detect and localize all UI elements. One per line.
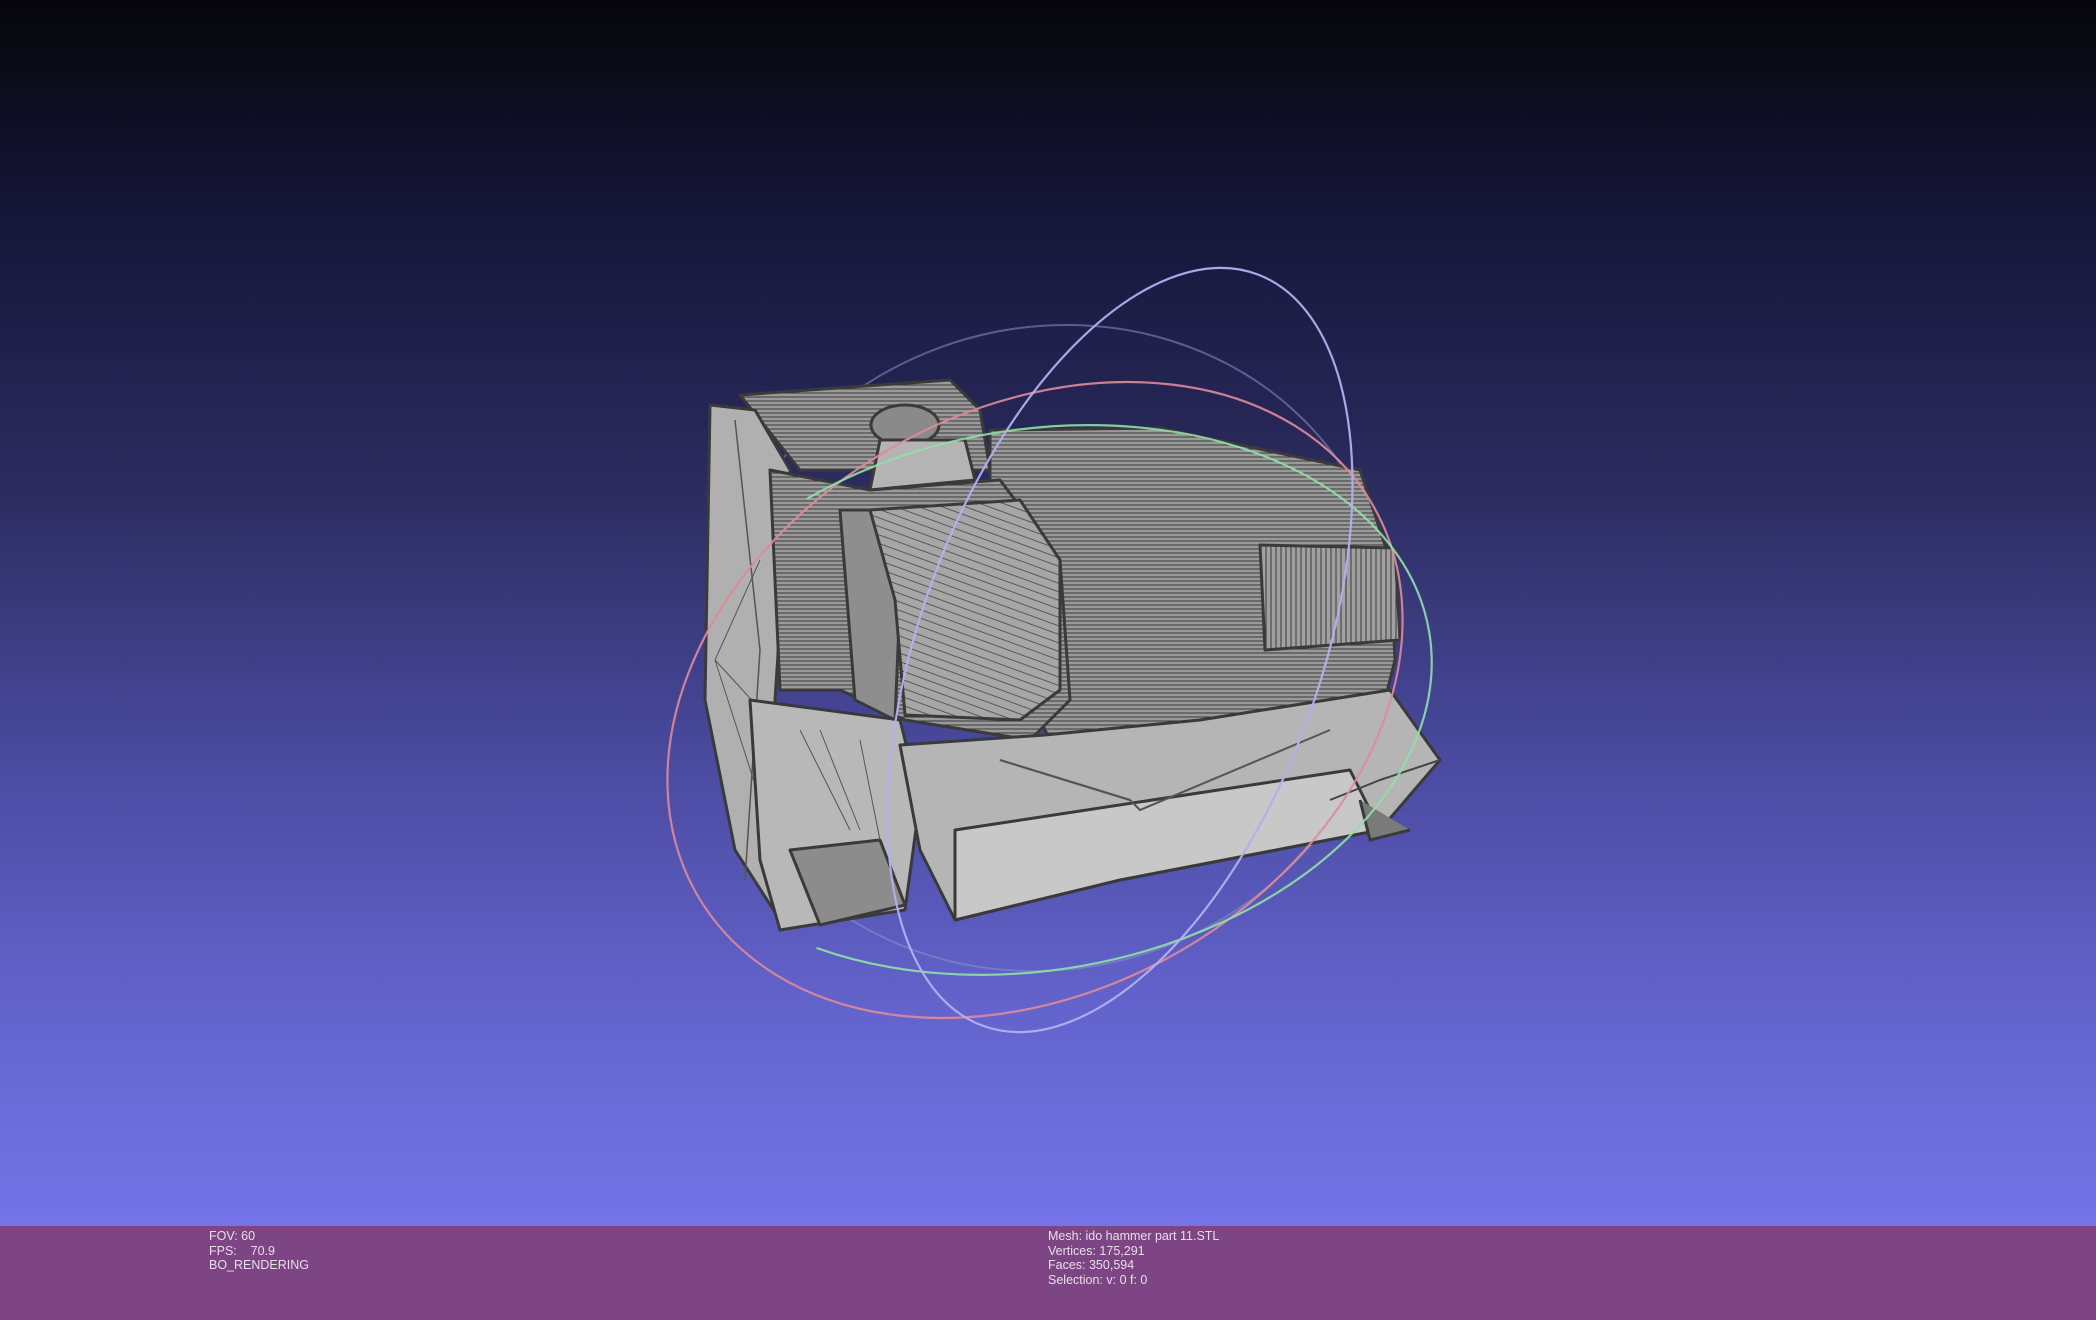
mesh-model bbox=[703, 378, 1442, 932]
mesh-info: Mesh: ido hammer part 11.STL Vertices: 1… bbox=[1048, 1229, 1219, 1287]
faces-label: Faces: 350,594 bbox=[1048, 1258, 1135, 1272]
vertices-label: Vertices: 175,291 bbox=[1048, 1243, 1145, 1258]
mesh-scene[interactable] bbox=[0, 0, 2096, 1226]
info-bar: FOV: 60 FPS: 70.9 BO_RENDERING Mesh: ido… bbox=[0, 1226, 2096, 1320]
fps-label: FPS: 70.9 bbox=[209, 1243, 276, 1258]
render-info: FOV: 60 FPS: 70.9 BO_RENDERING bbox=[209, 1229, 309, 1273]
fov-label: FOV: 60 bbox=[209, 1229, 256, 1243]
mesh-name-label: Mesh: ido hammer part 11.STL bbox=[1048, 1229, 1220, 1243]
selection-label: Selection: v: 0 f: 0 bbox=[1048, 1272, 1148, 1287]
render-mode-label: BO_RENDERING bbox=[209, 1258, 310, 1272]
3d-viewport[interactable] bbox=[0, 0, 2096, 1226]
